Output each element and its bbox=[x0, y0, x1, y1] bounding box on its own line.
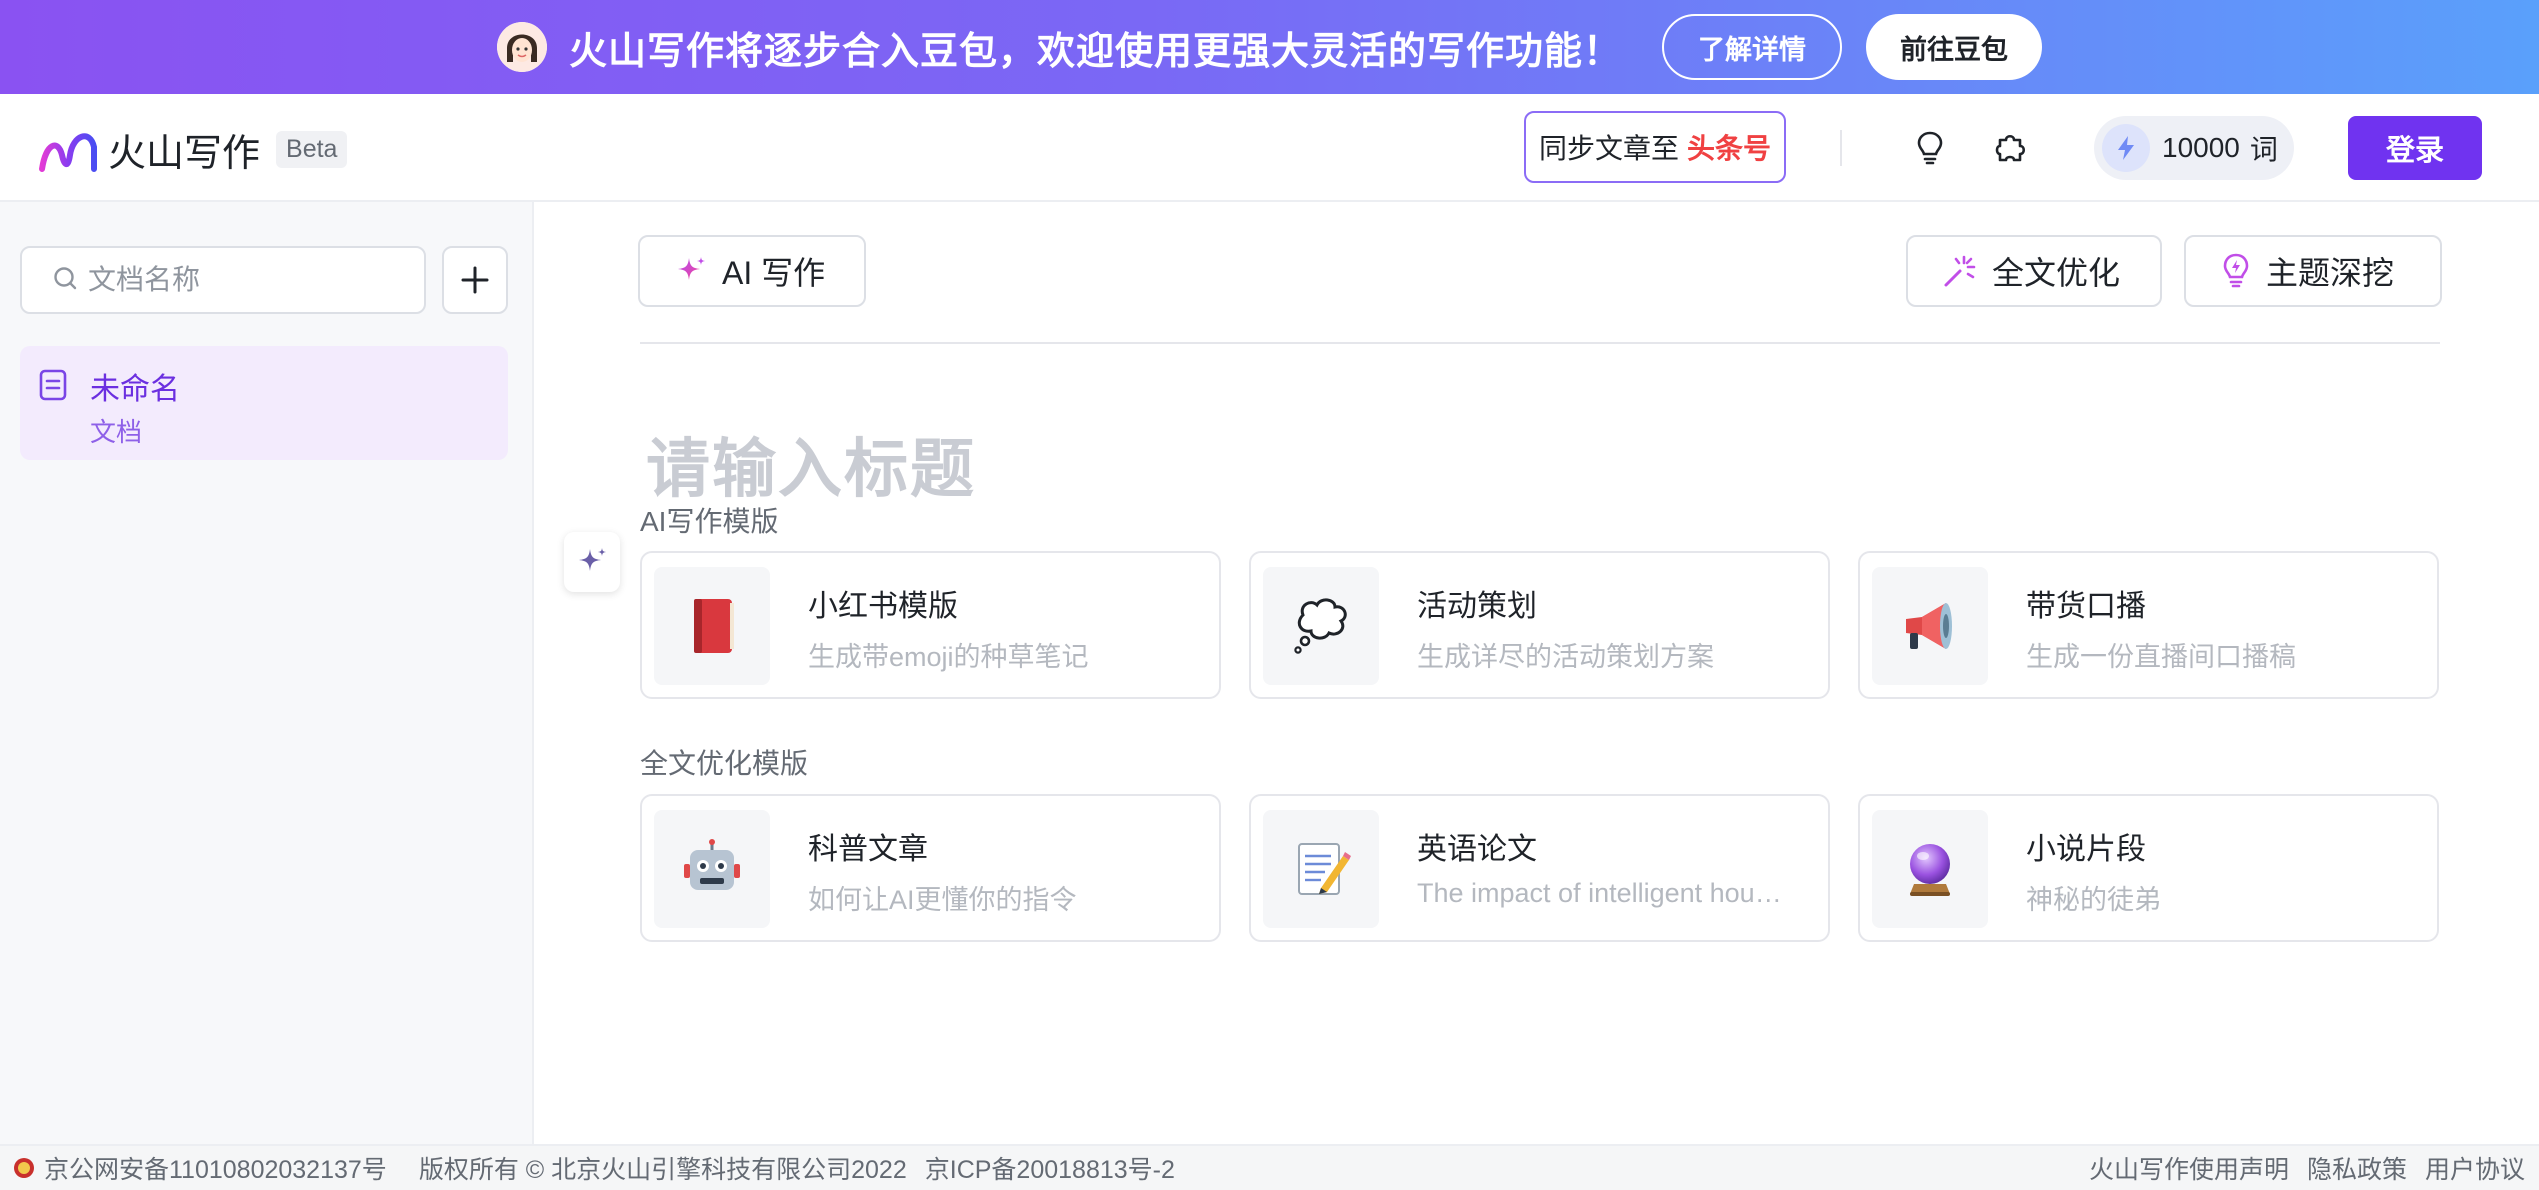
usage-statement-link[interactable]: 火山写作使用声明 bbox=[2089, 1150, 2289, 1186]
privacy-policy-link[interactable]: 隐私政策 bbox=[2307, 1150, 2407, 1186]
toutiao-label: 头条号 bbox=[1687, 133, 1772, 164]
sparkle-icon bbox=[579, 548, 606, 571]
template-card-english-paper[interactable]: 英语论文 The impact of intelligent hou… bbox=[1249, 794, 1830, 942]
card-title: 英语论文 bbox=[1417, 833, 1537, 866]
copyright-text: 版权所有 © 北京火山引擎科技有限公司2022 bbox=[418, 1156, 907, 1184]
card-description: 生成详尽的活动策划方案 bbox=[1417, 642, 1714, 672]
avatar bbox=[496, 22, 547, 72]
card-title: 带货口播 bbox=[2026, 590, 2146, 623]
document-title: 未命名 bbox=[90, 373, 180, 406]
card-title: 科普文章 bbox=[808, 833, 928, 866]
card-description: 生成一份直播间口播稿 bbox=[2026, 642, 2296, 672]
banner-message: 火山写作将逐步合入豆包，欢迎使用更强大灵活的写作功能！ bbox=[568, 30, 1622, 73]
icp-link[interactable]: 京ICP备20018813号-2 bbox=[925, 1150, 1175, 1186]
promo-banner: 火山写作将逐步合入豆包，欢迎使用更强大灵活的写作功能！ 了解详情 前往豆包 bbox=[0, 0, 2539, 94]
memo-icon bbox=[1263, 810, 1379, 928]
lightning-icon bbox=[2102, 124, 2150, 172]
sparkle-icon bbox=[678, 257, 705, 280]
sidebar: 未命名 文档 bbox=[0, 202, 534, 1144]
app-header: 火山写作 Beta 同步文章至 头条号 10000 词 登录 bbox=[0, 94, 2539, 202]
template-card-science[interactable]: 科普文章 如何让AI更懂你的指令 bbox=[640, 794, 1221, 942]
card-description: 如何让AI更懂你的指令 bbox=[808, 885, 1077, 915]
document-list-item[interactable]: 未命名 文档 bbox=[20, 346, 508, 460]
floating-ai-button[interactable] bbox=[564, 532, 620, 592]
word-unit: 词 bbox=[2249, 134, 2278, 165]
card-title: 小红书模版 bbox=[808, 590, 958, 623]
toolbar-divider bbox=[640, 342, 2440, 344]
sync-label: 同步文章至 bbox=[1538, 133, 1679, 164]
beta-badge: Beta bbox=[276, 131, 348, 168]
megaphone-icon bbox=[1872, 567, 1988, 685]
ai-write-label: AI 写作 bbox=[722, 255, 826, 291]
template-card-xiaohongshu[interactable]: 小红书模版 生成带emoji的种草笔记 bbox=[640, 551, 1221, 699]
ai-write-button[interactable]: AI 写作 bbox=[638, 235, 866, 307]
add-document-button[interactable] bbox=[442, 246, 508, 314]
red-book-icon bbox=[654, 567, 770, 685]
template-card-event-plan[interactable]: 活动策划 生成详尽的活动策划方案 bbox=[1249, 551, 1830, 699]
document-subtitle: 文档 bbox=[90, 417, 143, 447]
card-description: The impact of intelligent hou… bbox=[1417, 878, 1782, 908]
go-doubao-button[interactable]: 前往豆包 bbox=[1866, 14, 2042, 80]
search-input[interactable] bbox=[88, 264, 388, 296]
card-description: 神秘的徒弟 bbox=[2026, 885, 2161, 915]
logo-mark-icon bbox=[39, 132, 97, 172]
crystal-ball-icon bbox=[1872, 810, 1988, 928]
document-icon bbox=[38, 368, 68, 407]
card-description: 生成带emoji的种草笔记 bbox=[808, 642, 1089, 672]
search-icon bbox=[52, 265, 78, 296]
ai-templates-label: AI写作模版 bbox=[640, 506, 779, 537]
header-divider bbox=[1840, 130, 1842, 166]
police-record-link[interactable]: 京公网安备11010802032137号 bbox=[44, 1150, 387, 1186]
user-agreement-link[interactable]: 用户协议 bbox=[2425, 1150, 2525, 1186]
full-optimize-button[interactable]: 全文优化 bbox=[1906, 235, 2162, 307]
topic-dig-button[interactable]: 主题深挖 bbox=[2184, 235, 2442, 307]
topic-dig-label: 主题深挖 bbox=[2266, 255, 2395, 291]
card-title: 活动策划 bbox=[1417, 590, 1537, 623]
login-button[interactable]: 登录 bbox=[2348, 116, 2482, 180]
word-balance[interactable]: 10000 词 bbox=[2094, 116, 2294, 180]
word-count: 10000 bbox=[2162, 132, 2240, 163]
full-optimize-label: 全文优化 bbox=[1992, 255, 2121, 291]
template-card-live-script[interactable]: 带货口播 生成一份直播间口播稿 bbox=[1858, 551, 2439, 699]
template-card-novel[interactable]: 小说片段 神秘的徒弟 bbox=[1858, 794, 2439, 942]
logo-text: 火山写作 bbox=[108, 133, 261, 175]
sync-toutiao-button[interactable]: 同步文章至 头条号 bbox=[1524, 111, 1786, 183]
magic-wand-icon bbox=[1944, 255, 1976, 287]
logo[interactable]: 火山写作 Beta bbox=[38, 122, 348, 177]
police-badge-icon bbox=[12, 1156, 36, 1180]
plus-icon bbox=[461, 266, 489, 294]
card-title: 小说片段 bbox=[2026, 833, 2146, 866]
optimize-templates-label: 全文优化模版 bbox=[640, 748, 809, 779]
lightbulb-icon[interactable] bbox=[1908, 126, 1952, 170]
robot-icon bbox=[654, 810, 770, 928]
idea-bulb-icon bbox=[2223, 253, 2249, 288]
learn-more-button[interactable]: 了解详情 bbox=[1662, 14, 1842, 80]
title-input[interactable]: 请输入标题 bbox=[646, 418, 976, 510]
plugin-icon[interactable] bbox=[1988, 126, 2032, 170]
doc-search[interactable] bbox=[20, 246, 426, 314]
footer: 京公网安备11010802032137号 版权所有 © 北京火山引擎科技有限公司… bbox=[0, 1144, 2539, 1190]
thought-bubble-icon bbox=[1263, 567, 1379, 685]
